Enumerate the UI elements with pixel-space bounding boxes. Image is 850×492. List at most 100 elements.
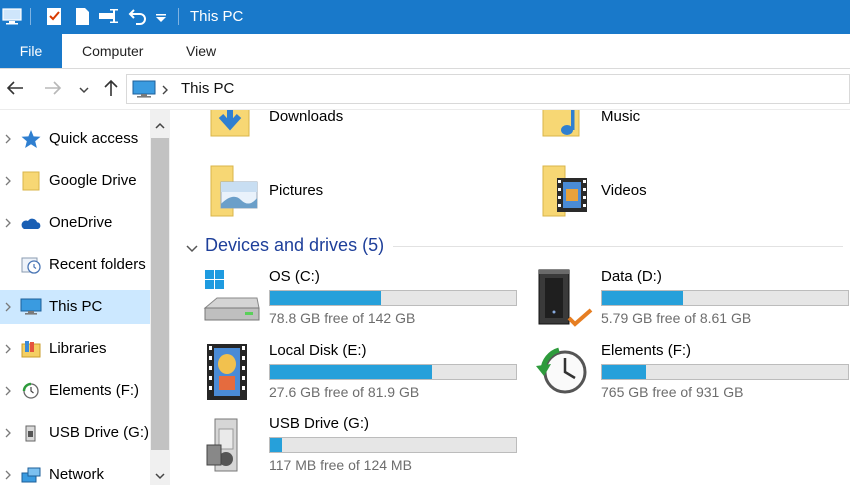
collapse-chevron-icon[interactable] bbox=[185, 241, 199, 258]
sidebar-item-this-pc[interactable]: This PC bbox=[0, 290, 150, 324]
sidebar-item-label: Network bbox=[49, 466, 105, 483]
drive-free-space: 5.79 GB free of 8.61 GB bbox=[601, 310, 752, 326]
expand-chevron-icon[interactable] bbox=[2, 468, 14, 482]
rename-icon[interactable] bbox=[98, 6, 118, 26]
drive-os-c[interactable]: OS (C:) 78.8 GB free of 142 GB bbox=[201, 268, 521, 336]
sidebar-item-onedrive[interactable]: OneDrive bbox=[0, 206, 150, 240]
drive-name: Data (D:) bbox=[601, 268, 662, 285]
breadcrumb-chevron-icon[interactable] bbox=[161, 83, 169, 100]
computer-icon bbox=[20, 297, 42, 317]
sidebar-item-libraries[interactable]: Libraries bbox=[0, 332, 150, 366]
scroll-up-icon[interactable] bbox=[154, 118, 166, 135]
folder-music[interactable]: Music bbox=[541, 110, 741, 148]
drive-usage-fill bbox=[602, 365, 647, 379]
star-icon bbox=[20, 129, 42, 149]
group-divider bbox=[393, 246, 843, 247]
expand-chevron-icon[interactable] bbox=[2, 132, 14, 146]
scroll-down-icon[interactable] bbox=[154, 468, 166, 485]
network-icon bbox=[20, 465, 42, 485]
title-bar: This PC bbox=[0, 0, 850, 34]
drive-usb-drive-g[interactable]: USB Drive (G:) 117 MB free of 124 MB bbox=[201, 415, 521, 483]
sidebar-item-label: OneDrive bbox=[49, 214, 113, 231]
cloud-icon bbox=[20, 213, 42, 233]
tab-file[interactable]: File bbox=[0, 34, 62, 68]
forward-arrow-icon[interactable] bbox=[44, 80, 62, 100]
drive-data-d[interactable]: Data (D:) 5.79 GB free of 8.61 GB bbox=[533, 268, 850, 336]
expand-chevron-icon[interactable] bbox=[2, 174, 14, 188]
folder-label: Videos bbox=[601, 182, 647, 199]
sidebar-item-elements-f[interactable]: Elements (F:) bbox=[0, 374, 150, 408]
toolbar-separator bbox=[30, 8, 31, 25]
sidebar-item-label: Google Drive bbox=[49, 172, 137, 189]
sidebar-item-label: USB Drive (G:) bbox=[49, 424, 150, 441]
sidebar-item-label: Recent folders bbox=[49, 256, 146, 273]
drive-usage-fill bbox=[270, 438, 283, 452]
folder-label: Pictures bbox=[269, 182, 324, 199]
sidebar-item-label: This PC bbox=[49, 298, 103, 315]
recent-locations-chevron-icon[interactable] bbox=[78, 82, 90, 99]
properties-icon[interactable] bbox=[44, 6, 64, 26]
drive-name: OS (C:) bbox=[269, 268, 320, 285]
drive-usage-fill bbox=[270, 365, 433, 379]
windows-drive-icon bbox=[201, 268, 261, 328]
up-arrow-icon[interactable] bbox=[102, 79, 120, 101]
expand-chevron-icon[interactable] bbox=[2, 300, 14, 314]
new-folder-icon[interactable] bbox=[72, 6, 92, 26]
sidebar-item-network[interactable]: Network bbox=[0, 458, 150, 492]
drive-usage-fill bbox=[270, 291, 381, 305]
usb-drive-icon bbox=[201, 415, 261, 475]
drive-free-space: 27.6 GB free of 81.9 GB bbox=[269, 384, 420, 400]
drive-icon bbox=[20, 381, 42, 401]
usb-icon bbox=[20, 423, 42, 443]
sidebar-item-google-drive[interactable]: Google Drive bbox=[0, 164, 150, 198]
drive-name: USB Drive (G:) bbox=[269, 415, 370, 432]
folder-videos[interactable]: Videos bbox=[541, 164, 741, 218]
music-folder-icon bbox=[541, 110, 591, 146]
expand-chevron-icon[interactable] bbox=[2, 216, 14, 230]
pictures-folder-icon bbox=[207, 164, 259, 222]
breadcrumb-this-pc[interactable]: This PC bbox=[181, 80, 234, 97]
drive-local-disk-e[interactable]: Local Disk (E:) 27.6 GB free of 81.9 GB bbox=[201, 342, 521, 410]
drive-elements-f[interactable]: Elements (F:) 765 GB free of 931 GB bbox=[533, 342, 850, 410]
server-drive-icon bbox=[533, 268, 593, 328]
navigation-pane[interactable]: Quick access Google Drive OneDrive Recen… bbox=[0, 110, 170, 485]
undo-icon[interactable] bbox=[128, 6, 148, 26]
folder-label: Downloads bbox=[269, 110, 344, 125]
drive-usage-bar bbox=[269, 364, 517, 380]
expand-chevron-icon[interactable] bbox=[2, 342, 14, 356]
window-title: This PC bbox=[190, 8, 244, 25]
tab-view[interactable]: View bbox=[186, 34, 216, 68]
toolbar-separator bbox=[178, 8, 179, 25]
devices-and-drives-header[interactable]: Devices and drives (5) bbox=[183, 234, 843, 260]
sidebar-item-label: Quick access bbox=[49, 130, 139, 147]
tab-computer[interactable]: Computer bbox=[82, 34, 143, 68]
drive-usage-bar bbox=[269, 437, 517, 453]
folder-downloads[interactable]: Downloads bbox=[207, 110, 407, 148]
address-bar[interactable]: This PC bbox=[126, 74, 850, 104]
folder-icon bbox=[20, 171, 42, 191]
folder-label: Music bbox=[601, 110, 641, 125]
folder-pictures[interactable]: Pictures bbox=[207, 164, 407, 218]
recent-folders-icon bbox=[20, 255, 42, 275]
drive-free-space: 117 MB free of 124 MB bbox=[269, 457, 412, 473]
drive-free-space: 78.8 GB free of 142 GB bbox=[269, 310, 416, 326]
drive-name: Elements (F:) bbox=[601, 342, 692, 359]
expand-chevron-icon[interactable] bbox=[2, 384, 14, 398]
videos-folder-icon bbox=[541, 164, 593, 222]
drive-free-space: 765 GB free of 931 GB bbox=[601, 384, 744, 400]
computer-icon[interactable] bbox=[2, 6, 22, 26]
sidebar-item-label: Libraries bbox=[49, 340, 107, 357]
back-arrow-icon[interactable] bbox=[6, 80, 24, 100]
content-pane[interactable]: Downloads Music Pictures Videos Devices … bbox=[171, 110, 850, 485]
navigation-bar: This PC bbox=[0, 69, 850, 110]
scrollbar-thumb[interactable] bbox=[151, 138, 169, 450]
sidebar-item-recent-folders[interactable]: Recent folders bbox=[0, 248, 150, 282]
drive-usage-bar bbox=[269, 290, 517, 306]
sidebar-item-quick-access[interactable]: Quick access bbox=[0, 122, 150, 156]
expand-chevron-icon[interactable] bbox=[2, 426, 14, 440]
film-drive-icon bbox=[201, 342, 261, 402]
group-title: Devices and drives (5) bbox=[205, 235, 385, 255]
sidebar-item-usb-drive-g[interactable]: USB Drive (G:) bbox=[0, 416, 150, 450]
customize-dropdown-icon[interactable] bbox=[154, 6, 174, 26]
nav-scrollbar[interactable] bbox=[150, 110, 170, 485]
